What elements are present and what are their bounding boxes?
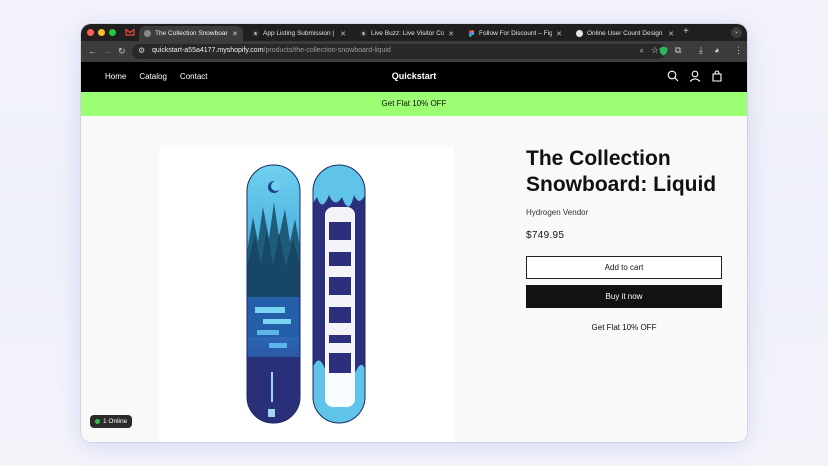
tab-2[interactable]: s Live Buzz: Live Visitor Count ✕ <box>355 26 459 41</box>
gmail-pinned-tab-icon[interactable] <box>125 27 135 37</box>
tab-title: The Collection Snowboard: Liquid <box>155 30 228 37</box>
shopify-icon: s <box>252 30 259 37</box>
online-visitor-badge[interactable]: 1 Online <box>90 415 133 428</box>
account-icon[interactable] <box>689 70 701 82</box>
tab-strip: The Collection Snowboard: Liquid ✕ s App… <box>81 24 747 41</box>
url-text[interactable]: quickstart-a55a4177.myshopify.com/produc… <box>152 47 391 54</box>
reload-icon[interactable]: ↻ <box>118 46 126 57</box>
product-price: $749.95 <box>526 230 565 241</box>
zoom-icon[interactable]: ⌕ <box>640 46 644 56</box>
online-status-dot-icon <box>95 419 100 424</box>
tab-search-chevron-icon[interactable]: ⌄ <box>731 27 742 38</box>
online-count-label: 1 Online <box>103 418 128 425</box>
tab-0[interactable]: The Collection Snowboard: Liquid ✕ <box>139 26 243 41</box>
tab-title: Follow For Discount – Figma <box>479 30 553 37</box>
url-host: quickstart-a55a4177.myshopify.com <box>152 47 264 54</box>
product-title: The Collection Snowboard: Liquid <box>526 147 717 196</box>
tab-close-icon[interactable]: ✕ <box>232 30 238 38</box>
download-icon[interactable]: ⤓ <box>699 45 703 56</box>
browser-toolbar: ← → ↻ ⚙ quickstart-a55a4177.myshopify.co… <box>81 41 747 62</box>
browser-window: The Collection Snowboard: Liquid ✕ s App… <box>81 24 747 442</box>
address-bar[interactable]: ⚙ quickstart-a55a4177.myshopify.com/prod… <box>132 44 666 59</box>
forward-arrow-icon[interactable]: → <box>103 46 112 56</box>
tab-4[interactable]: Online User Count Design ✕ <box>571 26 679 41</box>
tab-title: Online User Count Design <box>587 30 663 37</box>
add-to-cart-button[interactable]: Add to cart <box>526 256 722 279</box>
shield-extension-icon[interactable] <box>659 46 668 56</box>
tab-close-icon[interactable]: ✕ <box>340 30 346 38</box>
new-tab-plus-icon[interactable]: + <box>683 26 689 37</box>
right-snowboard <box>313 165 365 423</box>
chatgpt-icon <box>576 30 583 37</box>
buy-now-button[interactable]: Buy it now <box>526 285 722 308</box>
more-menu-icon[interactable]: ⋮ <box>734 45 743 56</box>
tab-title: App Listing Submission | Shopify <box>263 30 336 37</box>
left-snowboard <box>247 165 300 423</box>
back-arrow-icon[interactable]: ← <box>88 46 97 56</box>
cart-icon[interactable] <box>711 70 723 82</box>
bookmark-star-icon[interactable]: ☆ <box>651 45 659 56</box>
search-icon[interactable] <box>667 70 679 82</box>
tab-3[interactable]: Follow For Discount – Figma ✕ <box>463 26 567 41</box>
window-controls <box>87 29 116 36</box>
close-window-button[interactable] <box>87 29 94 36</box>
discount-promo-text[interactable]: Get Flat 10% OFF <box>526 323 722 332</box>
product-section: The Collection Snowboard: Liquid Hydroge… <box>81 116 747 442</box>
tab-close-icon[interactable]: ✕ <box>668 30 674 38</box>
announcement-banner: Get Flat 10% OFF <box>81 92 747 116</box>
snowboard-image <box>246 164 366 424</box>
tab-title: Live Buzz: Live Visitor Count <box>371 30 445 37</box>
tab-close-icon[interactable]: ✕ <box>556 30 562 38</box>
store-logo[interactable]: Quickstart <box>81 71 747 81</box>
extensions-puzzle-icon[interactable]: ⧉ <box>675 45 681 56</box>
profile-incognito-icon[interactable]: ◕ <box>714 45 719 55</box>
tab-close-icon[interactable]: ✕ <box>448 30 454 38</box>
site-info-icon[interactable]: ⚙ <box>138 46 145 55</box>
product-image[interactable] <box>159 147 454 442</box>
maximize-window-button[interactable] <box>109 29 116 36</box>
figma-icon <box>468 30 475 37</box>
globe-icon <box>144 30 151 37</box>
tab-1[interactable]: s App Listing Submission | Shopify ✕ <box>247 26 351 41</box>
shopify-icon: s <box>360 30 367 37</box>
url-path: /products/the-collection-snowboard-liqui… <box>263 47 391 54</box>
product-vendor: Hydrogen Vendor <box>526 208 589 217</box>
store-header: Home Catalog Contact Quickstart <box>81 62 747 92</box>
minimize-window-button[interactable] <box>98 29 105 36</box>
